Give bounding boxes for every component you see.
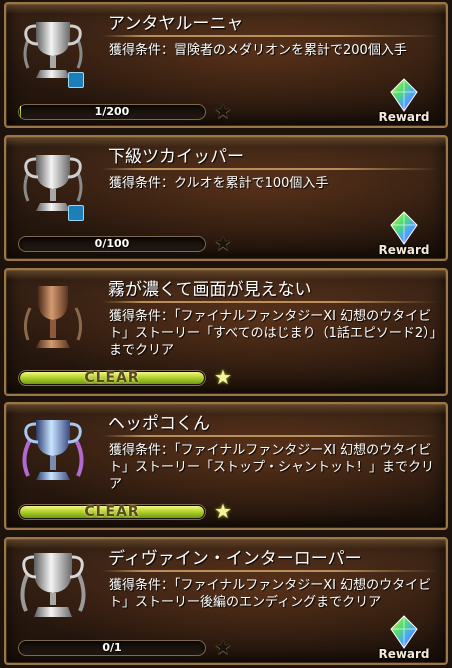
achievement-condition: 獲得条件：「ファイナルファンタジーXI 幻想のウタイビト」ストーリー「すべてのは… <box>109 309 437 358</box>
progress-bar: CLEAR <box>18 504 206 520</box>
achievement-card[interactable]: ヘッポコくん 獲得条件：「ファイナルファンタジーXI 幻想のウタイビト」ストーリ… <box>4 402 448 530</box>
star-icon: ★ <box>214 231 232 255</box>
progress-text: 0/1 <box>102 641 122 654</box>
crystal-gem-icon <box>390 78 418 112</box>
crystal-gem-icon <box>390 615 418 649</box>
achievement-title: ディヴァイン・インターローパー <box>108 549 362 569</box>
progress-text: CLEAR <box>84 370 140 386</box>
achievement-card[interactable]: 霧が濃くて画面が見えない 獲得条件：「ファイナルファンタジーXI 幻想のウタイビ… <box>4 268 448 396</box>
achievement-title: ヘッポコくん <box>108 414 210 434</box>
achievement-condition: 獲得条件：「ファイナルファンタジーXI 幻想のウタイビト」ストーリー「ストップ・… <box>109 443 435 492</box>
star-icon: ★ <box>214 499 232 523</box>
achievement-title: 下級ツカイッパー <box>108 147 244 167</box>
star-icon: ★ <box>214 365 232 389</box>
title-divider <box>102 570 438 572</box>
progress-bar: 1/200 <box>18 104 206 120</box>
reward-label: Reward <box>378 110 430 124</box>
reward-button[interactable]: Reward <box>372 615 436 661</box>
title-divider <box>102 168 438 170</box>
achievement-card[interactable]: アンタヤルーニャ 獲得条件：冒険者のメダリオンを累計で200個入手 1/200 … <box>4 2 448 128</box>
reward-button[interactable]: Reward <box>372 211 436 257</box>
achievement-title: アンタヤルーニャ <box>108 14 244 34</box>
progress-text: 1/200 <box>94 105 130 118</box>
achievement-card[interactable]: 下級ツカイッパー 獲得条件：クルオを累計で100個入手 0/100 ★ Rewa… <box>4 135 448 261</box>
progress-bar: 0/1 <box>18 640 206 656</box>
silver-trophy-icon <box>20 553 86 617</box>
achievement-title: 霧が濃くて画面が見えない <box>108 280 312 300</box>
blue-trophy-icon <box>22 420 84 480</box>
achievement-card[interactable]: ディヴァイン・インターローパー 獲得条件：「ファイナルファンタジーXI 幻想のウ… <box>4 537 448 665</box>
progress-text: 0/100 <box>94 237 130 250</box>
reward-button[interactable]: Reward <box>372 78 436 124</box>
progress-text: CLEAR <box>84 504 140 520</box>
title-divider <box>102 435 438 437</box>
achievement-condition: 獲得条件：冒険者のメダリオンを累計で200個入手 <box>109 43 407 58</box>
star-icon: ★ <box>214 99 232 123</box>
reward-label: Reward <box>378 647 430 661</box>
title-divider <box>102 35 438 37</box>
title-divider <box>102 301 438 303</box>
bronze-trophy-icon <box>23 286 83 348</box>
achievement-condition: 獲得条件：クルオを累計で100個入手 <box>109 176 329 191</box>
crystal-gem-icon <box>390 211 418 245</box>
progress-bar: 0/100 <box>18 236 206 252</box>
reward-label: Reward <box>378 243 430 257</box>
achievement-condition: 獲得条件：「ファイナルファンタジーXI 幻想のウタイビト」ストーリー後編のエンデ… <box>109 578 432 610</box>
lock-icon <box>68 205 84 221</box>
lock-icon <box>68 72 84 88</box>
progress-bar: CLEAR <box>18 370 206 386</box>
star-icon: ★ <box>214 635 232 659</box>
